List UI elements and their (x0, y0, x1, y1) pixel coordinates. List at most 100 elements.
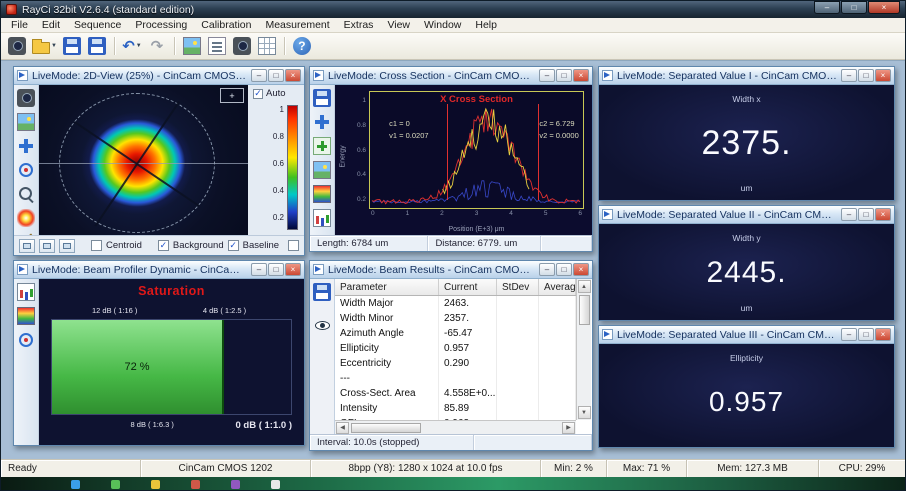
close-button[interactable]: × (573, 263, 589, 276)
menu-item-edit[interactable]: Edit (35, 18, 67, 33)
close-button[interactable]: × (875, 69, 891, 82)
menu-item-processing[interactable]: Processing (128, 18, 194, 33)
extra-checkbox[interactable] (288, 240, 299, 251)
table-row[interactable]: Width Minor 2357. (335, 311, 576, 326)
minimize-button[interactable]: – (841, 69, 857, 82)
table-row[interactable]: --- (335, 371, 576, 386)
undo-button[interactable]: ↶ ▼ (120, 34, 144, 58)
scroll-up-icon[interactable]: ▲ (577, 280, 591, 293)
menu-item-help[interactable]: Help (468, 18, 504, 33)
taskbar-icon[interactable] (271, 480, 280, 489)
scroll-left-icon[interactable]: ◀ (336, 421, 349, 434)
scroll-right-icon[interactable]: ▶ (562, 421, 575, 434)
magnifier-icon[interactable] (17, 185, 35, 203)
window-titlebar[interactable]: LiveMode: Separated Value I - CinCam CMO… (599, 67, 894, 85)
view-option-button-3[interactable] (59, 238, 75, 253)
crosshair-icon[interactable] (19, 333, 33, 347)
chart-icon[interactable] (313, 209, 331, 227)
add-icon[interactable] (313, 137, 331, 155)
results-table-button[interactable] (255, 34, 279, 58)
menu-item-measurement[interactable]: Measurement (258, 18, 336, 33)
close-button[interactable]: × (875, 208, 891, 221)
close-button[interactable]: × (573, 69, 589, 82)
column-header-stdev[interactable]: StDev (497, 279, 539, 295)
menu-item-calibration[interactable]: Calibration (194, 18, 258, 33)
taskbar-icon[interactable] (151, 480, 160, 489)
taskbar[interactable] (1, 477, 905, 490)
table-row[interactable]: Intensity 85.89 (335, 401, 576, 416)
window-titlebar[interactable]: LiveMode: 2D-View (25%) - CinCam CMOS 12… (14, 67, 304, 85)
view-option-button-2[interactable] (39, 238, 55, 253)
table-row[interactable]: Azimuth Angle -65.47 (335, 326, 576, 341)
report-button[interactable] (205, 34, 229, 58)
menu-item-sequence[interactable]: Sequence (67, 18, 128, 33)
view-option-button-1[interactable] (19, 238, 35, 253)
maximize-button[interactable]: □ (858, 69, 874, 82)
move-icon[interactable] (17, 137, 35, 155)
table-row[interactable]: Width Major 2463. (335, 296, 576, 311)
close-button[interactable]: × (285, 69, 301, 82)
minimize-button[interactable]: – (814, 1, 840, 14)
redo-button[interactable]: ↷ (145, 34, 169, 58)
minimize-button[interactable]: – (539, 263, 555, 276)
save-icon[interactable] (313, 283, 331, 301)
beam-icon[interactable] (17, 209, 35, 227)
column-header-average[interactable]: Average (539, 279, 581, 295)
eye-icon[interactable] (314, 321, 330, 330)
window-titlebar[interactable]: LiveMode: Beam Profiler Dynamic - CinCam… (14, 261, 304, 279)
minimize-button[interactable]: – (251, 263, 267, 276)
window-titlebar[interactable]: LiveMode: Beam Results - CinCam CMOS 120… (310, 261, 592, 279)
crosshair-icon[interactable] (19, 163, 33, 177)
maximize-button[interactable]: □ (556, 69, 572, 82)
minimize-button[interactable]: – (251, 69, 267, 82)
gradient-icon[interactable] (313, 185, 331, 203)
cross-section-plot[interactable]: Energy 1 0.8 0.6 0.4 0.2 X Cross Section… (335, 85, 592, 235)
image-icon[interactable] (17, 113, 35, 131)
minimize-button[interactable]: – (539, 69, 555, 82)
close-button[interactable]: × (285, 263, 301, 276)
minimize-button[interactable]: – (841, 208, 857, 221)
maximize-button[interactable]: □ (268, 263, 284, 276)
maximize-button[interactable]: □ (841, 1, 867, 14)
maximize-button[interactable]: □ (858, 208, 874, 221)
taskbar-icon[interactable] (231, 480, 240, 489)
background-checkbox[interactable]: ✓ (157, 240, 169, 251)
menu-item-view[interactable]: View (380, 18, 417, 33)
vertical-scrollbar[interactable]: ▲ ▼ (576, 279, 591, 420)
scrollbar-thumb[interactable] (351, 422, 421, 433)
window-titlebar[interactable]: LiveMode: Separated Value III - CinCam C… (599, 326, 894, 344)
image-view-button[interactable] (180, 34, 204, 58)
cursor1-line[interactable] (446, 104, 448, 200)
chart-icon[interactable] (17, 283, 35, 301)
close-button[interactable]: × (868, 1, 900, 14)
close-button[interactable]: × (875, 328, 891, 341)
help-button[interactable]: ? (290, 34, 314, 58)
horizontal-scrollbar[interactable]: ◀ ▶ (335, 420, 576, 434)
maximize-button[interactable]: □ (556, 263, 572, 276)
beam-2d-canvas[interactable]: + (39, 85, 248, 235)
auto-checkbox[interactable]: ✓ (253, 88, 263, 99)
centroid-checkbox[interactable] (91, 240, 102, 251)
app-titlebar[interactable]: RayCi 32bit V2.6.4 (standard edition) – … (1, 1, 905, 18)
maximize-button[interactable]: □ (858, 328, 874, 341)
open-button[interactable]: ▼ (30, 34, 59, 58)
menu-item-extras[interactable]: Extras (337, 18, 381, 33)
menu-item-window[interactable]: Window (417, 18, 468, 33)
save-icon[interactable] (313, 89, 331, 107)
taskbar-icon[interactable] (71, 480, 80, 489)
capture-button[interactable] (5, 34, 29, 58)
table-row[interactable]: Eccentricity 0.290 (335, 356, 576, 371)
scrollbar-thumb[interactable] (578, 295, 590, 325)
baseline-checkbox[interactable]: ✓ (227, 240, 239, 251)
taskbar-icon[interactable] (191, 480, 200, 489)
taskbar-icon[interactable] (111, 480, 120, 489)
colorbar[interactable] (287, 105, 298, 230)
table-row[interactable]: Cross-Sect. Area 4.558E+0... (335, 386, 576, 401)
scroll-down-icon[interactable]: ▼ (577, 406, 591, 419)
minimize-button[interactable]: – (841, 328, 857, 341)
column-header-parameter[interactable]: Parameter (335, 279, 439, 295)
camera-icon[interactable] (17, 89, 35, 107)
column-header-current[interactable]: Current (439, 279, 497, 295)
move-icon[interactable] (313, 113, 331, 131)
snapshot-button[interactable] (230, 34, 254, 58)
